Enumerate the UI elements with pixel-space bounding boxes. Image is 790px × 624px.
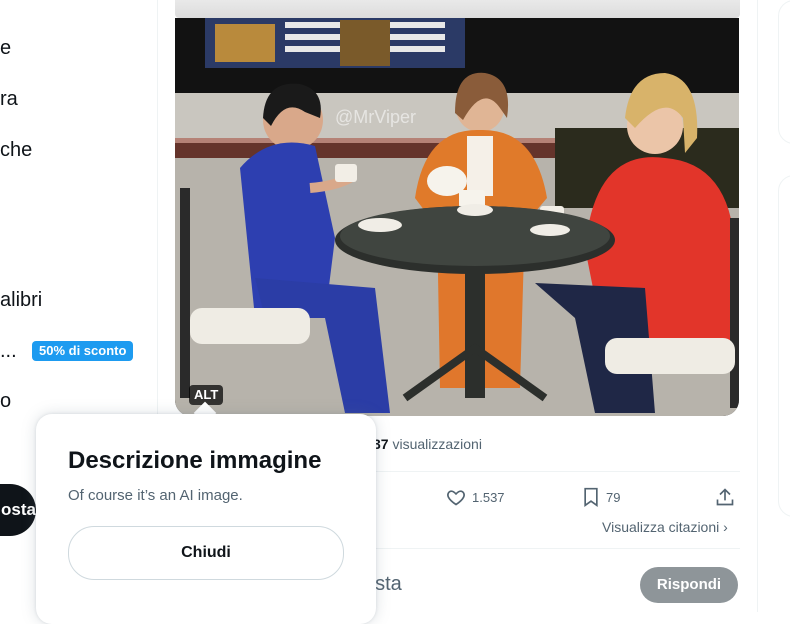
popup-description: Of course it’s an AI image.	[68, 487, 243, 504]
tweet-photo[interactable]: @MrViper	[175, 18, 739, 416]
close-button[interactable]: Chiudi	[68, 526, 344, 580]
share-icon	[716, 488, 734, 506]
column-divider	[757, 0, 758, 612]
nav-item-2[interactable]: ra	[0, 84, 18, 114]
nav-item-3[interactable]: che	[0, 135, 32, 165]
reply-button[interactable]: Rispondi	[640, 567, 738, 603]
like-count: 1.537	[472, 489, 505, 505]
share-button[interactable]	[715, 487, 735, 507]
view-count: 37 visualizzazioni	[373, 436, 482, 452]
bookmark-count: 79	[606, 489, 621, 505]
tea-party-illustration: @MrViper	[175, 18, 739, 416]
bookmark-icon	[584, 487, 598, 507]
watermark-text: @MrViper	[335, 107, 416, 127]
nav-item-6[interactable]: o	[0, 386, 11, 416]
bookmark-button[interactable]: 79	[582, 487, 620, 507]
view-quotes-link[interactable]: Visualizza citazioni ›	[602, 519, 728, 535]
heart-icon	[447, 490, 465, 506]
view-count-label: visualizzazioni	[392, 436, 482, 452]
nav-item-1[interactable]: e	[0, 33, 11, 63]
post-button-label: osta	[1, 500, 36, 519]
nav-item-premium[interactable]: ...	[0, 336, 17, 366]
post-button[interactable]: osta	[0, 484, 36, 536]
right-sidebar-card	[778, 175, 790, 517]
like-button[interactable]: 1.537	[446, 487, 505, 507]
right-sidebar-card	[778, 0, 790, 144]
nav-item-4[interactable]: alibri	[0, 285, 42, 315]
previous-media-edge	[175, 0, 740, 18]
popup-title: Descrizione immagine	[68, 447, 322, 474]
promo-badge: 50% di sconto	[32, 341, 134, 361]
image-description-popup: Descrizione immagine Of course it’s an A…	[36, 414, 376, 624]
